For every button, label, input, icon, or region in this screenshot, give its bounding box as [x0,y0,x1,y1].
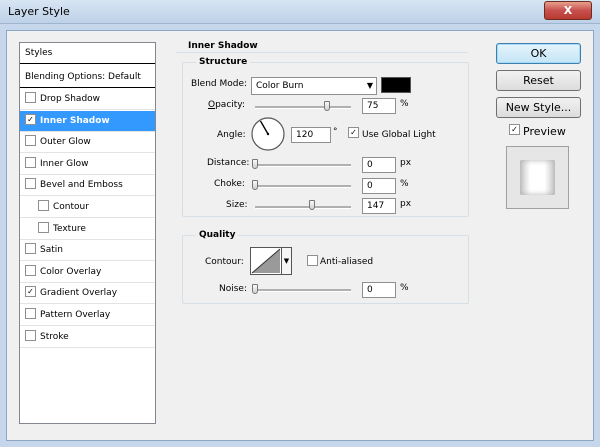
blending-options-item[interactable]: Blending Options: Default [20,67,155,88]
style-item[interactable]: Pattern Overlay [20,305,155,326]
style-item-checkbox[interactable] [25,178,36,190]
choke-input[interactable]: 0 [362,178,396,194]
opacity-slider-track[interactable] [255,106,351,109]
anti-aliased-label: Anti-aliased [320,257,374,267]
style-item-label: Satin [40,245,63,256]
preview-checkbox[interactable]: ✓ [509,124,524,136]
opacity-unit: % [400,99,409,109]
style-item-checkbox[interactable] [25,156,36,168]
new-style-button[interactable]: New Style... [496,97,581,118]
distance-slider-thumb[interactable] [252,159,258,169]
noise-slider-track[interactable] [255,289,351,292]
noise-label: Noise: [219,284,247,294]
style-item-checkbox[interactable] [38,200,49,211]
opacity-label-text: pacity: [215,100,246,110]
chevron-down-icon: ▼ [283,257,290,265]
ok-button[interactable]: OK [496,43,581,64]
blend-mode-value: Color Burn [256,81,304,91]
opacity-label: Opacity: [208,100,246,110]
preview-thumbnail [520,160,555,195]
style-item-checkbox[interactable] [25,308,36,319]
size-slider-thumb[interactable] [308,200,315,210]
title-bar[interactable] [0,0,600,24]
angle-dial[interactable] [250,116,286,152]
size-slider-track[interactable] [255,206,351,209]
opacity-input[interactable]: 75 [362,98,396,114]
contour-curve-icon [251,248,281,274]
section-divider [176,52,468,53]
preview-check[interactable]: ✓ [509,124,520,135]
contour-label: Contour: [205,257,244,267]
styles-list: Styles Blending Options: Default Drop Sh… [19,42,156,424]
style-item-label: Inner Glow [40,158,89,169]
preview-swatch [506,146,569,209]
noise-slider-thumb[interactable] [252,284,258,294]
global-light-checkbox[interactable]: ✓ [348,127,363,139]
style-item-label: Stroke [40,331,69,342]
style-item-checkbox[interactable] [25,329,36,341]
close-button[interactable]: X [544,1,592,20]
angle-input[interactable]: 120 [291,127,331,143]
style-item-checkbox[interactable] [25,264,36,276]
preview-label: Preview [523,125,566,138]
blend-mode-select[interactable]: Color Burn ▼ [251,77,377,95]
style-item-checkbox[interactable] [38,221,49,233]
style-item-label: Texture [53,223,86,234]
style-item[interactable]: Color Overlay [20,262,155,283]
size-input[interactable]: 147 [362,198,396,214]
style-item-label: Gradient Overlay [40,288,118,299]
anti-aliased-check[interactable] [307,255,318,266]
choke-label: Choke: [214,179,245,189]
chevron-down-icon: ▼ [366,81,373,90]
global-light-check[interactable]: ✓ [348,127,359,138]
opacity-slider-thumb[interactable] [324,101,330,111]
style-item-checkbox[interactable]: ✓ [25,113,36,125]
choke-slider-track[interactable] [255,185,351,188]
distance-input[interactable]: 0 [362,157,396,173]
style-item-label: Contour [53,202,89,212]
style-item[interactable]: Outer Glow [20,132,155,154]
style-item-label: Color Overlay [40,266,102,277]
style-item[interactable]: Drop Shadow [20,89,155,110]
size-label: Size: [226,200,248,210]
style-item-label: Outer Glow [40,137,91,148]
style-item-label: Bevel and Emboss [40,180,123,191]
style-item-checkbox[interactable]: ✓ [25,286,36,298]
blend-mode-label: Blend Mode: [191,79,248,89]
global-light-label: Use Global Light [362,130,436,140]
size-unit: px [400,199,412,209]
style-item[interactable]: Stroke [20,327,155,348]
structure-title: Structure [196,57,251,67]
quality-title: Quality [196,230,239,240]
choke-unit: % [400,179,409,189]
styles-list-header[interactable]: Styles [20,43,155,64]
style-item[interactable]: Inner Glow [20,154,155,175]
noise-unit: % [400,283,409,293]
style-item[interactable]: Satin [20,240,155,262]
style-item-checkbox[interactable] [25,92,36,103]
style-item[interactable]: Contour [20,197,155,218]
contour-dropdown-button[interactable]: ▼ [282,247,292,275]
noise-input[interactable]: 0 [362,282,396,298]
style-item-checkbox[interactable] [25,243,36,255]
angle-label: Angle: [217,130,246,140]
distance-label: Distance: [207,158,250,168]
style-item[interactable]: ✓ Inner Shadow [20,110,155,132]
angle-unit: ° [333,127,338,137]
choke-slider-thumb[interactable] [252,180,258,190]
distance-unit: px [400,158,412,168]
style-item[interactable]: Bevel and Emboss [20,175,155,197]
reset-button[interactable]: Reset [496,70,581,91]
style-item-checkbox[interactable] [25,135,36,147]
style-item-label: Inner Shadow [40,115,110,126]
style-item[interactable]: Texture [20,219,155,240]
window-title: Layer Style [8,5,70,18]
inner-shadow-title: Inner Shadow [188,41,258,51]
distance-slider-track[interactable] [255,164,351,167]
contour-picker[interactable] [250,247,282,275]
style-item[interactable]: ✓ Gradient Overlay [20,283,155,305]
style-item-label: Pattern Overlay [40,310,111,320]
style-item-label: Drop Shadow [40,94,101,104]
blend-color-swatch[interactable] [381,77,411,93]
